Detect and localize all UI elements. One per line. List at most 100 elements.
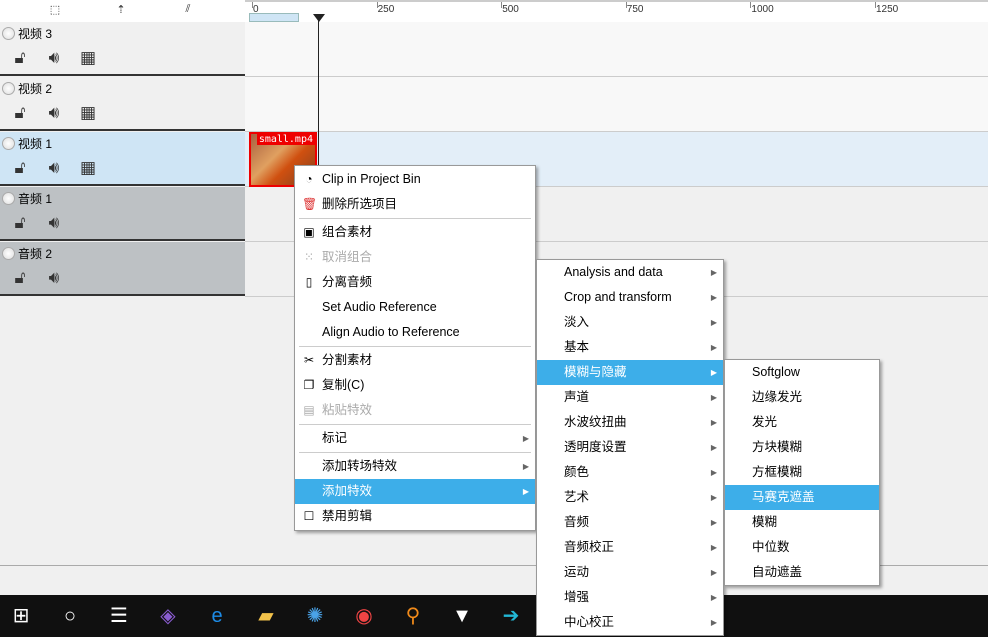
track-header[interactable]: 音频 2 🔓︎ 🔊︎ <box>0 242 245 296</box>
effect-category-item[interactable]: Crop and transform ▶ <box>537 285 723 310</box>
lock-icon[interactable]: 🔓︎ <box>10 48 30 68</box>
effect-item[interactable]: 方框模糊 <box>725 460 879 485</box>
menu-item[interactable]: ❐ 复制(C) <box>295 373 535 398</box>
menu-item[interactable]: 标记 ▶ <box>295 426 535 451</box>
playhead-handle[interactable] <box>313 14 325 22</box>
menu-item[interactable]: ☐ 禁用剪辑 <box>295 504 535 529</box>
effect-item[interactable]: 马赛克遮盖 <box>725 485 879 510</box>
track-target-radio[interactable] <box>2 27 15 40</box>
speaker-icon[interactable]: 🔊︎ <box>44 213 64 233</box>
track-lane[interactable] <box>245 77 988 132</box>
menu-item-label: 复制(C) <box>322 378 365 392</box>
menu-item[interactable]: ▣ 组合素材 <box>295 220 535 245</box>
lock-icon[interactable]: 🔓︎ <box>10 158 30 178</box>
edge-icon[interactable]: e <box>204 603 230 629</box>
safari-icon[interactable]: ✺ <box>302 603 328 629</box>
track-header[interactable]: 视频 3 🔓︎ 🔊︎ ▦ <box>0 22 245 76</box>
zone-bar[interactable] <box>249 13 299 22</box>
track-header[interactable]: 视频 1 🔓︎ 🔊︎ ▦ <box>0 132 245 186</box>
menu-item-label: 标记 <box>322 431 348 445</box>
effect-item[interactable]: Softglow <box>725 360 879 385</box>
speaker-icon[interactable]: 🔊︎ <box>44 48 64 68</box>
windows-taskbar: ⊞ ○ ☰ ◈ e ▰ ✺ ◉ ⚲ ▼ ➔ <box>0 595 988 637</box>
menu-item-label: Set Audio Reference <box>322 300 437 314</box>
scissors-icon: ✂ <box>303 353 315 367</box>
trash-icon: 🗑︎ <box>302 197 318 211</box>
menu-item[interactable]: ▤ 粘贴特效 <box>295 398 535 423</box>
effect-item[interactable]: 发光 <box>725 410 879 435</box>
menu-item[interactable]: ⁙ 取消组合 <box>295 245 535 270</box>
alien-icon[interactable]: ▼ <box>449 603 475 629</box>
effect-category-item[interactable]: 艺术 ▶ <box>537 485 723 510</box>
effect-category-item[interactable]: 运动 ▶ <box>537 560 723 585</box>
effect-item[interactable]: 自动遮盖 <box>725 560 879 585</box>
track-header[interactable]: 音频 1 🔓︎ 🔊︎ <box>0 187 245 241</box>
lock-icon[interactable]: 🔓︎ <box>10 213 30 233</box>
effect-category-item[interactable]: 淡入 ▶ <box>537 310 723 335</box>
spacer-icon[interactable]: ⫽ <box>180 3 196 19</box>
menu-item-label: 禁用剪辑 <box>322 509 373 523</box>
effect-item[interactable]: 边缘发光 <box>725 385 879 410</box>
effect-item[interactable]: 方块模糊 <box>725 435 879 460</box>
track-name: 音频 2 <box>2 245 52 262</box>
menu-item[interactable]: Set Audio Reference <box>295 295 535 320</box>
effect-category-item[interactable]: 音频 ▶ <box>537 510 723 535</box>
track-target-radio[interactable] <box>2 247 15 260</box>
effect-category-item[interactable]: 颜色 ▶ <box>537 460 723 485</box>
track-header[interactable]: 视频 2 🔓︎ 🔊︎ ▦ <box>0 77 245 131</box>
film-icon[interactable]: ▦ <box>78 158 98 178</box>
search-doc-icon[interactable]: ⚲ <box>400 603 426 629</box>
speaker-icon[interactable]: 🔊︎ <box>44 103 64 123</box>
insert-down-icon[interactable]: ⬚ <box>47 3 63 19</box>
effect-category-item[interactable]: 透明度设置 ▶ <box>537 435 723 460</box>
task-view-icon[interactable]: ☰ <box>106 603 132 629</box>
film-icon[interactable]: ▦ <box>78 48 98 68</box>
menu-item[interactable]: 🗑︎ 删除所选项目 <box>295 192 535 217</box>
menu-item[interactable]: 添加特效 ▶ <box>295 479 535 504</box>
effect-category-item[interactable]: 增强 ▶ <box>537 585 723 610</box>
lock-icon[interactable]: 🔓︎ <box>10 103 30 123</box>
effect-category-item[interactable]: 基本 ▶ <box>537 335 723 360</box>
menu-item[interactable]: ◔ Clip in Project Bin <box>295 167 535 192</box>
track-target-radio[interactable] <box>2 192 15 205</box>
menu-item-label: 方块模糊 <box>752 440 803 454</box>
menu-item-label: 运动 <box>564 565 590 579</box>
effect-category-item[interactable]: 音频校正 ▶ <box>537 535 723 560</box>
menu-item[interactable]: Align Audio to Reference <box>295 320 535 345</box>
file-explorer-icon[interactable]: ▰ <box>253 603 279 629</box>
menu-item-label: Softglow <box>752 365 800 379</box>
effect-category-item[interactable]: 模糊与隐藏 ▶ <box>537 360 723 385</box>
effect-category-item[interactable]: 水波纹扭曲 ▶ <box>537 410 723 435</box>
track-label: 视频 2 <box>18 82 53 96</box>
menu-item-label: 模糊 <box>752 515 778 529</box>
menu-separator <box>299 452 531 453</box>
track-target-radio[interactable] <box>2 82 15 95</box>
cortana-icon[interactable]: ○ <box>57 603 83 629</box>
menu-item-label: 透明度设置 <box>564 440 627 454</box>
lock-icon[interactable]: 🔓︎ <box>10 268 30 288</box>
track-name: 视频 3 <box>2 25 52 42</box>
effect-category-item[interactable]: 中心校正 ▶ <box>537 610 723 635</box>
effect-category-item[interactable]: Analysis and data ▶ <box>537 260 723 285</box>
speaker-icon[interactable]: 🔊︎ <box>44 268 64 288</box>
film-icon[interactable]: ▦ <box>78 103 98 123</box>
effect-item[interactable]: 中位数 <box>725 535 879 560</box>
menu-item[interactable]: 添加转场特效 ▶ <box>295 454 535 479</box>
windows-start-icon[interactable]: ⊞ <box>8 603 34 629</box>
menu-item-label: 马赛克遮盖 <box>752 490 815 504</box>
visual-studio-icon[interactable]: ◈ <box>155 603 181 629</box>
timeline-ruler[interactable]: 0 250 500 750 1000 1250 <box>245 0 988 22</box>
track-target-radio[interactable] <box>2 137 15 150</box>
effect-item[interactable]: 模糊 <box>725 510 879 535</box>
effects-submenu: Analysis and data ▶ Crop and transform ▶ 淡入 ▶… <box>536 259 724 636</box>
speaker-icon[interactable]: 🔊︎ <box>44 158 64 178</box>
menu-item[interactable]: ✂ 分割素材 <box>295 348 535 373</box>
playhead-line[interactable] <box>318 14 319 186</box>
effect-category-item[interactable]: 声道 ▶ <box>537 385 723 410</box>
submenu-arrow-icon: ▶ <box>522 434 529 443</box>
lift-up-icon[interactable]: ⇡ <box>113 3 129 19</box>
track-lane[interactable] <box>245 22 988 77</box>
chrome-icon[interactable]: ◉ <box>351 603 377 629</box>
menu-item[interactable]: ▯ 分离音频 <box>295 270 535 295</box>
app-arrow-icon[interactable]: ➔ <box>498 603 524 629</box>
